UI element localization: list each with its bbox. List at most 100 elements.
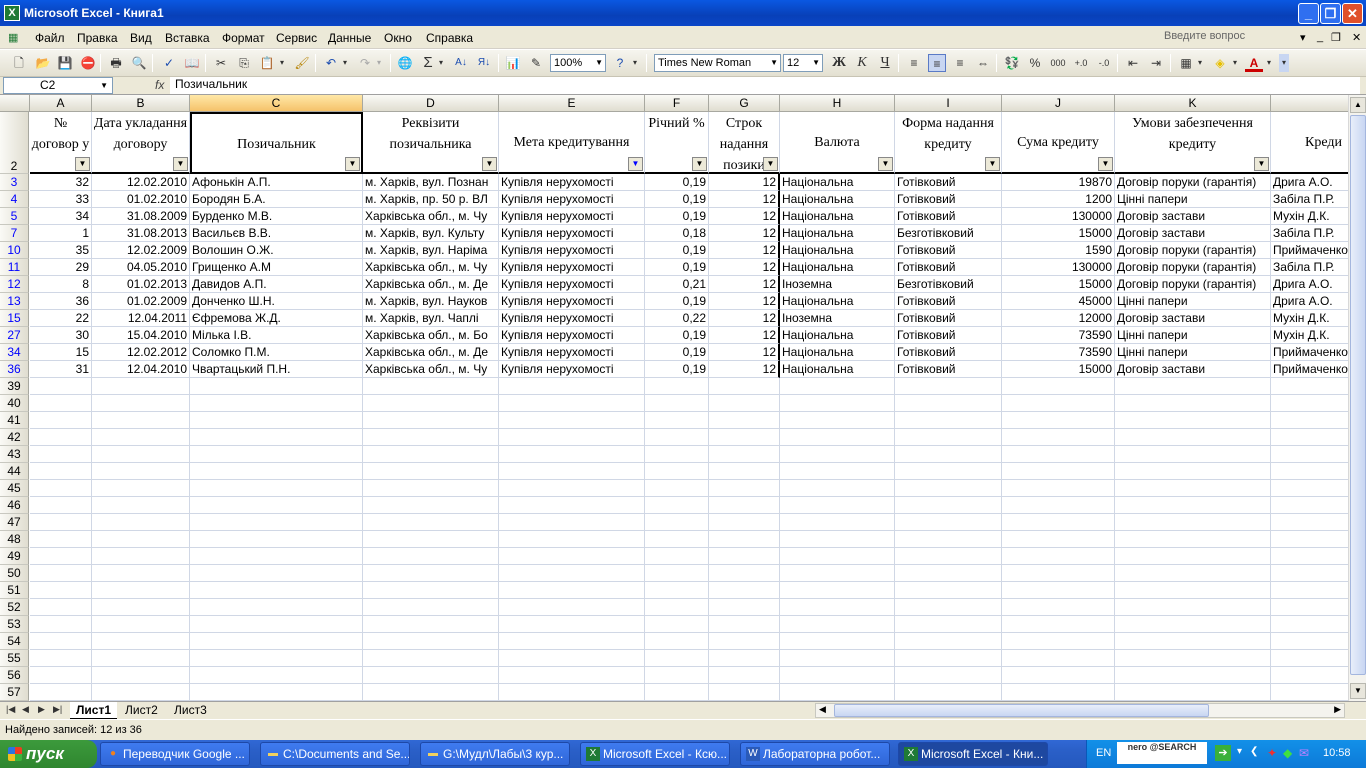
table-cell[interactable]: 0,19 xyxy=(645,293,709,310)
empty-cell[interactable] xyxy=(709,616,780,633)
empty-cell[interactable] xyxy=(190,684,363,701)
toolbar-options-icon[interactable]: ▾ xyxy=(630,54,640,72)
table-cell[interactable]: Готівковий xyxy=(895,344,1002,361)
table-cell[interactable]: 19870 xyxy=(1002,174,1115,191)
table-cell[interactable]: Договір застави xyxy=(1115,225,1271,242)
redo-icon[interactable]: ↷ xyxy=(356,54,374,72)
cut-icon[interactable]: ✂ xyxy=(212,54,230,72)
table-cell[interactable]: 33 xyxy=(30,191,92,208)
empty-cell[interactable] xyxy=(190,599,363,616)
row-header[interactable]: 36 xyxy=(0,361,29,378)
empty-cell[interactable] xyxy=(709,463,780,480)
table-cell[interactable]: Купівля нерухомості xyxy=(499,344,645,361)
doc-minimize-icon[interactable]: _ xyxy=(1317,31,1323,43)
empty-cell[interactable] xyxy=(895,480,1002,497)
fill-color-dropdown-icon[interactable]: ▾ xyxy=(1230,54,1240,72)
table-cell[interactable]: Договір поруки (гарантія) xyxy=(1115,174,1271,191)
open-icon[interactable]: 📂 xyxy=(34,54,52,72)
empty-cell[interactable] xyxy=(363,378,499,395)
empty-cell[interactable] xyxy=(895,582,1002,599)
empty-cell[interactable] xyxy=(1271,667,1348,684)
empty-cell[interactable] xyxy=(190,633,363,650)
table-cell[interactable]: Бородян Б.А. xyxy=(190,191,363,208)
table-cell[interactable]: 34 xyxy=(30,208,92,225)
table-cell[interactable]: 1200 xyxy=(1002,191,1115,208)
empty-cell[interactable] xyxy=(780,616,895,633)
print-preview-icon[interactable]: 🔍 xyxy=(130,54,148,72)
table-cell[interactable]: Безготівковий xyxy=(895,225,1002,242)
row-header[interactable]: 15 xyxy=(0,310,29,327)
empty-cell[interactable] xyxy=(1271,378,1348,395)
empty-cell[interactable] xyxy=(499,599,645,616)
table-cell[interactable]: 15.04.2010 xyxy=(92,327,190,344)
empty-cell[interactable] xyxy=(1002,395,1115,412)
table-cell[interactable]: Дрига А.О. xyxy=(1271,174,1348,191)
table-cell[interactable]: 29 xyxy=(30,259,92,276)
empty-cell[interactable] xyxy=(895,378,1002,395)
empty-cell[interactable] xyxy=(190,548,363,565)
table-cell[interactable]: 01.02.2009 xyxy=(92,293,190,310)
table-cell[interactable]: Готівковий xyxy=(895,310,1002,327)
empty-cell[interactable] xyxy=(92,548,190,565)
header-cell-f[interactable]: Річний % ▼ xyxy=(645,112,709,174)
table-cell[interactable]: 12.04.2011 xyxy=(92,310,190,327)
row-header[interactable]: 42 xyxy=(0,429,29,446)
table-cell[interactable]: 130000 xyxy=(1002,208,1115,225)
table-cell[interactable]: 12 xyxy=(709,259,780,276)
table-cell[interactable]: Готівковий xyxy=(895,259,1002,276)
table-cell[interactable]: Цінні папери xyxy=(1115,191,1271,208)
autofilter-dropdown-icon[interactable]: ▼ xyxy=(482,157,497,171)
empty-cell[interactable] xyxy=(1002,582,1115,599)
empty-cell[interactable] xyxy=(1115,616,1271,633)
empty-cell[interactable] xyxy=(30,650,92,667)
scroll-up-icon[interactable]: ▲ xyxy=(1350,97,1366,113)
empty-cell[interactable] xyxy=(1271,463,1348,480)
autofilter-dropdown-icon[interactable]: ▼ xyxy=(173,157,188,171)
table-cell[interactable]: м. Харків, вул. Чаплі xyxy=(363,310,499,327)
table-cell[interactable]: 12 xyxy=(709,174,780,191)
new-icon[interactable]: 🗋 xyxy=(10,54,28,72)
format-painter-icon[interactable]: 🖌 xyxy=(293,54,311,72)
table-cell[interactable]: Договір застави xyxy=(1115,361,1271,378)
table-cell[interactable]: Національна xyxy=(780,208,895,225)
table-cell[interactable]: 0,18 xyxy=(645,225,709,242)
table-cell[interactable]: 30 xyxy=(30,327,92,344)
table-cell[interactable]: м. Харків, вул. Культу xyxy=(363,225,499,242)
empty-cell[interactable] xyxy=(30,582,92,599)
empty-cell[interactable] xyxy=(1115,463,1271,480)
decrease-decimal-icon[interactable]: -.0 xyxy=(1095,54,1113,72)
autofilter-dropdown-icon[interactable]: ▼ xyxy=(763,157,778,171)
table-cell[interactable]: 0,19 xyxy=(645,174,709,191)
row-header[interactable]: 54 xyxy=(0,633,29,650)
table-cell[interactable]: 12.02.2012 xyxy=(92,344,190,361)
row-header[interactable]: 27 xyxy=(0,327,29,344)
table-cell[interactable]: Мілька І.В. xyxy=(190,327,363,344)
empty-cell[interactable] xyxy=(645,565,709,582)
table-cell[interactable]: Купівля нерухомості xyxy=(499,361,645,378)
empty-cell[interactable] xyxy=(780,667,895,684)
empty-cell[interactable] xyxy=(190,514,363,531)
empty-cell[interactable] xyxy=(499,531,645,548)
font-color-icon[interactable]: A xyxy=(1245,54,1263,72)
empty-cell[interactable] xyxy=(780,446,895,463)
empty-cell[interactable] xyxy=(92,582,190,599)
empty-cell[interactable] xyxy=(363,684,499,701)
empty-cell[interactable] xyxy=(780,582,895,599)
empty-cell[interactable] xyxy=(709,429,780,446)
empty-cell[interactable] xyxy=(30,480,92,497)
empty-cell[interactable] xyxy=(92,514,190,531)
empty-cell[interactable] xyxy=(92,531,190,548)
merge-center-icon[interactable]: ⇔ xyxy=(974,54,992,72)
undo-icon[interactable]: ↶ xyxy=(322,54,340,72)
paste-dropdown-icon[interactable]: ▾ xyxy=(277,54,287,72)
align-center-icon[interactable]: ≡ xyxy=(928,54,946,72)
empty-cell[interactable] xyxy=(363,480,499,497)
empty-cell[interactable] xyxy=(499,633,645,650)
table-cell[interactable]: Національна xyxy=(780,259,895,276)
empty-cell[interactable] xyxy=(1271,429,1348,446)
table-cell[interactable]: 01.02.2013 xyxy=(92,276,190,293)
column-header-b[interactable]: B xyxy=(92,95,190,112)
table-cell[interactable]: 22 xyxy=(30,310,92,327)
column-header-j[interactable]: J xyxy=(1002,95,1115,112)
empty-cell[interactable] xyxy=(363,395,499,412)
